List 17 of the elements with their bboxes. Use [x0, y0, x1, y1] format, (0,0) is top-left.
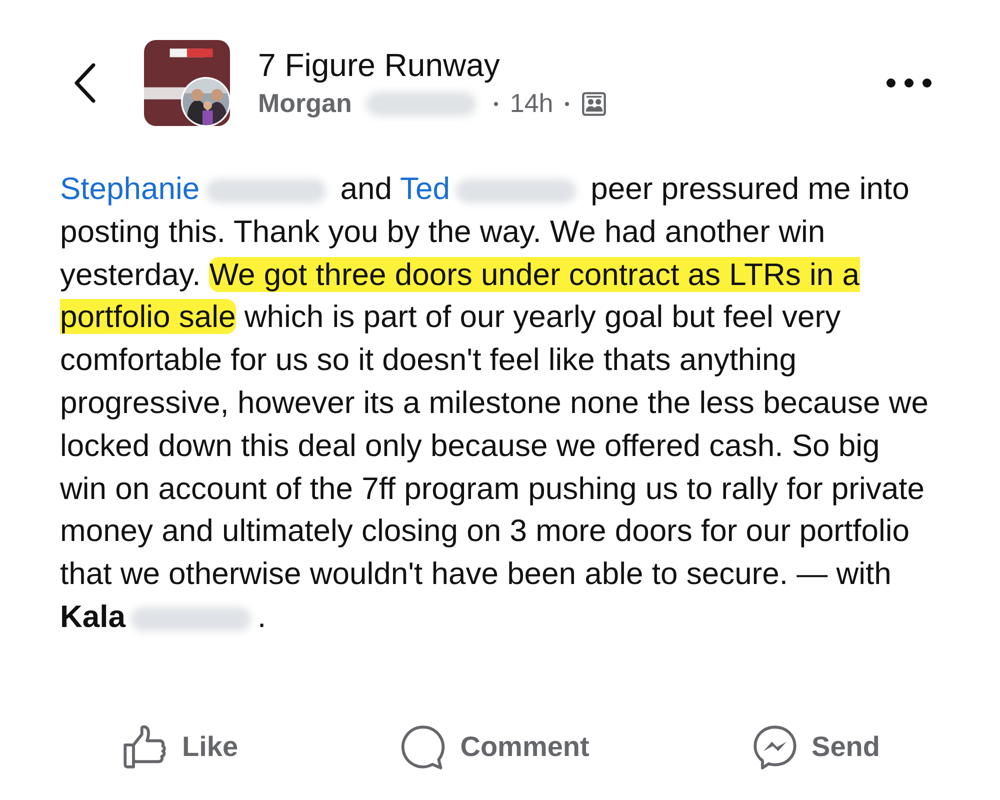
post-time: 14h — [510, 88, 554, 119]
action-button[interactable]: Send — [752, 724, 880, 770]
group-audience-icon — [581, 90, 608, 116]
thumbs-up-icon — [122, 724, 168, 770]
mention-link[interactable]: Ted — [400, 171, 450, 206]
group-name[interactable]: 7 Figure Runway — [258, 47, 886, 84]
speech-bubble-icon — [400, 724, 446, 770]
action-button[interactable]: Like — [122, 724, 238, 770]
separator-dot — [494, 102, 498, 106]
more-options-icon[interactable] — [886, 78, 932, 88]
back-icon[interactable] — [72, 62, 98, 104]
mention-link[interactable]: Stephanie — [60, 171, 200, 206]
messenger-icon — [752, 724, 798, 770]
author-name[interactable]: Morgan — [258, 88, 352, 119]
separator-dot — [565, 102, 570, 106]
post-text: Stephanie and Ted peer pressured me into posting this. Thank you by the way. We had another win yesterday. We got three doors under contract as LTRs in a portfolio sale which is part of our yearly goal but feel very comfortable for us so it doesn't feel like thats anything progressive, however its a milestone none the less because we locked down this deal only because we offered cash. So big win on account of the 7ff program pushing us to rally for private money and ultimately closing on 3 more doors for our portfolio that we otherwise wouldn't have been able to secure. — with Kala . — [59, 170, 930, 636]
action-button[interactable]: Comment — [400, 724, 590, 770]
